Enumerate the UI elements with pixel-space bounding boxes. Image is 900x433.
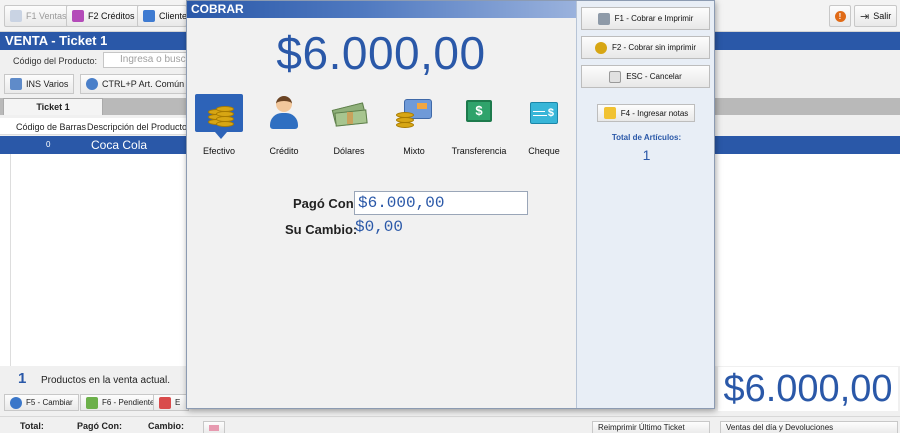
cobrar-imprimir-button[interactable]: F1 - Cobrar e Imprimir: [581, 7, 710, 30]
pago-con-input[interactable]: $6.000,00: [354, 191, 528, 215]
product-count: 1: [18, 370, 27, 387]
ticket-tab-label: Ticket 1: [36, 102, 70, 112]
list-icon: [10, 78, 22, 90]
product-count-text: Productos en la venta actual.: [41, 375, 170, 386]
method-credito-label: Crédito: [269, 146, 299, 156]
cobrar-imprimir-label: F1 - Cobrar e Imprimir: [614, 14, 694, 23]
coins-icon: [195, 94, 243, 139]
salir-label: Salir: [873, 11, 892, 21]
f5-label: F5 - Cambiar: [26, 398, 73, 407]
item-icon: [86, 78, 98, 90]
clients-icon: [143, 10, 155, 22]
f6-label: F6 - Pendiente: [102, 398, 155, 407]
cobrar-sin-imprimir-label: F2 - Cobrar sin imprimir: [611, 43, 696, 52]
method-dolares-label: Dólares: [333, 146, 365, 156]
note-icon: [603, 107, 616, 119]
method-transferencia[interactable]: $ Transferencia: [449, 94, 509, 156]
total-articulos-label: Total de Artículos:: [611, 133, 682, 142]
sale-total: $6.000,00: [718, 367, 898, 411]
ventas-dia-button[interactable]: Ventas del día y Devoluciones: [720, 421, 898, 433]
reimprimir-label: Reimprimir Último Ticket: [598, 423, 685, 432]
dollar-bills-icon: [325, 94, 373, 132]
method-cheque-label: Cheque: [528, 146, 560, 156]
status-pago-label: Pagó Con:: [77, 421, 122, 431]
tab-ticket-1[interactable]: Ticket 1: [3, 98, 103, 115]
credit-card-icon: [72, 10, 84, 22]
delete-icon: [159, 396, 171, 409]
method-mixto-label: Mixto: [403, 146, 425, 156]
codigo-label: Código del Producto:: [13, 56, 98, 66]
f5-cambiar-button[interactable]: F5 - Cambiar: [4, 394, 79, 411]
ventas-label: F1 Ventas: [26, 11, 67, 21]
card-and-coins-icon: [390, 94, 438, 132]
column-descripcion: Descripción del Producto: [87, 122, 188, 132]
salir-button[interactable]: ⇥ Salir: [854, 5, 898, 27]
column-codigo: Código de Barras: [16, 122, 87, 132]
alert-button[interactable]: !: [829, 5, 851, 27]
third-footer-label: E: [175, 398, 181, 407]
method-efectivo[interactable]: Efectivo: [189, 94, 249, 156]
row-codigo: 0: [46, 140, 51, 149]
coins-small-icon: [594, 41, 607, 54]
printer-icon: [597, 12, 610, 25]
ventas-dia-label: Ventas del día y Devoluciones: [726, 423, 834, 432]
art-comun-label: CTRL+P Art. Común: [102, 79, 185, 89]
method-dolares[interactable]: Dólares: [319, 94, 379, 156]
method-cheque[interactable]: $ Cheque: [514, 94, 574, 156]
grid-gutter: [0, 154, 10, 366]
su-cambio-value: $0,00: [355, 218, 404, 236]
method-transferencia-label: Transferencia: [451, 146, 507, 156]
total-articulos-value: 1: [642, 147, 651, 163]
clientes-button[interactable]: Clientes: [137, 5, 187, 27]
bank-note-icon: $: [455, 94, 503, 132]
cancelar-label: ESC - Cancelar: [626, 72, 682, 81]
f6-pendiente-button[interactable]: F6 - Pendiente: [80, 394, 161, 411]
su-cambio-label: Su Cambio:: [285, 222, 358, 237]
cobrar-dialog: COBRAR $6.000,00 Efectivo Crédito Dólare…: [186, 0, 715, 409]
swap-icon: [10, 396, 22, 409]
alert-icon: !: [834, 10, 846, 22]
creditos-button[interactable]: F2 Créditos: [66, 5, 141, 27]
cheque-icon: $: [520, 94, 568, 132]
status-cambio-label: Cambio:: [148, 421, 184, 431]
grid-body-right: [714, 154, 900, 366]
amount-due: $6.000,00: [276, 27, 486, 79]
dialog-actions: F1 - Cobrar e Imprimir F2 - Cobrar sin i…: [576, 1, 714, 408]
person-icon: [260, 94, 308, 132]
creditos-label: F2 Créditos: [88, 11, 135, 21]
pago-con-label: Pagó Con:: [293, 196, 358, 211]
method-mixto[interactable]: Mixto: [384, 94, 444, 156]
ventas-button[interactable]: F1 Ventas: [4, 5, 73, 27]
keyboard-icon: [609, 70, 622, 83]
ins-varios-label: INS Varios: [26, 79, 69, 89]
method-credito[interactable]: Crédito: [254, 94, 314, 156]
art-comun-button[interactable]: CTRL+P Art. Común: [80, 74, 191, 94]
dialog-title: COBRAR: [187, 1, 576, 18]
grid-body: [10, 154, 188, 366]
cancelar-button[interactable]: ESC - Cancelar: [581, 65, 710, 88]
cash-register-icon: [10, 10, 22, 22]
grid-header: Código de Barras Descripción del Product…: [0, 118, 190, 135]
pending-icon: [86, 396, 98, 409]
clientes-label: Clientes: [159, 11, 187, 21]
ingresar-notas-button[interactable]: F4 - Ingresar notas: [597, 104, 695, 122]
eraser-button[interactable]: [203, 421, 225, 433]
codigo-input[interactable]: Ingresa o busca: [103, 52, 193, 68]
method-efectivo-label: Efectivo: [202, 146, 235, 156]
dialog-main: $6.000,00 Efectivo Crédito Dólares Mixto…: [187, 18, 575, 408]
ingresar-notas-label: F4 - Ingresar notas: [620, 108, 689, 118]
status-total-label: Total:: [20, 421, 44, 431]
logout-icon: ⇥: [860, 10, 870, 23]
ins-varios-button[interactable]: INS Varios: [4, 74, 75, 94]
cobrar-sin-imprimir-button[interactable]: F2 - Cobrar sin imprimir: [581, 36, 710, 59]
eraser-icon: [209, 425, 219, 431]
third-footer-button[interactable]: E: [153, 394, 189, 411]
row-descripcion: Coca Cola: [91, 138, 148, 152]
reimprimir-button[interactable]: Reimprimir Último Ticket: [592, 421, 710, 433]
